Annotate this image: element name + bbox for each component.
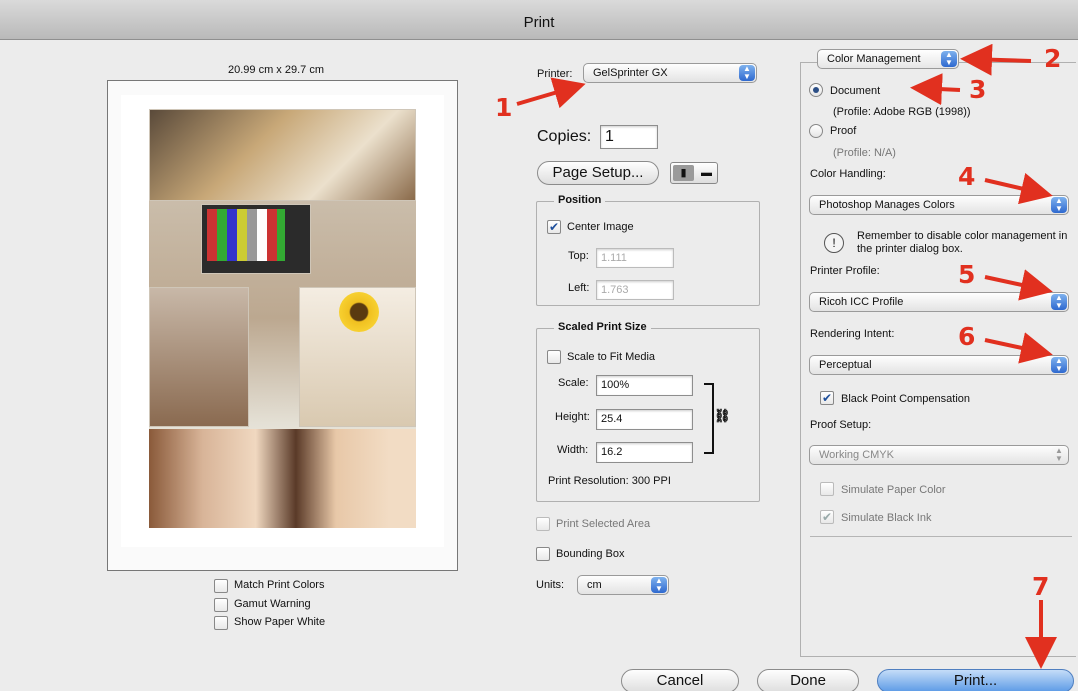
annotation-6: 6 [958, 322, 976, 351]
annotation-5: 5 [958, 260, 976, 289]
annotation-4: 4 [958, 162, 976, 191]
annotation-1: 1 [495, 93, 513, 122]
annotation-7: 7 [1032, 572, 1050, 601]
annotation-2: 2 [1044, 44, 1062, 73]
annotation-3: 3 [969, 75, 987, 104]
annotation-arrows [516, 43, 1057, 669]
